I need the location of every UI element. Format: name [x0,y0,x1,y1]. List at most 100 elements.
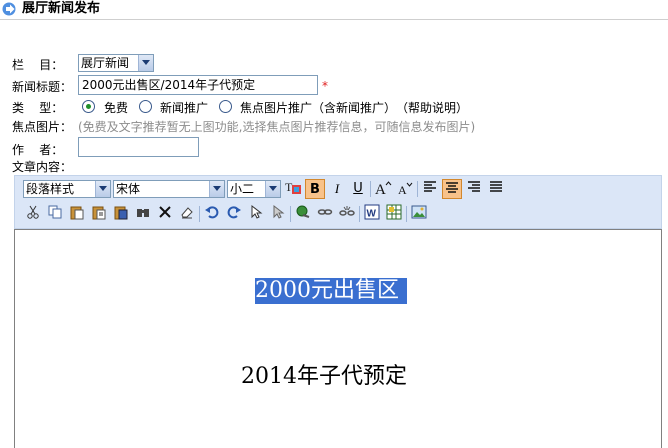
spreadsheet-icon [386,204,402,220]
insert-excel-button[interactable] [384,204,404,224]
arrow-right-icon [2,2,16,16]
toolbar-divider [370,181,371,197]
chevron-down-icon [209,181,224,197]
paste-icon [70,206,84,220]
required-mark: * [322,79,328,93]
chevron-down-icon [95,181,110,197]
font-increase-button[interactable]: A [373,179,393,199]
svg-text:A: A [375,182,386,197]
redo-button[interactable] [224,204,244,224]
editor-text-line[interactable]: 2014年子代预定 [241,364,407,390]
font-size-select[interactable]: 小二 [227,180,281,198]
news-title-input[interactable]: 2000元出售区/2014年子代预定 [78,75,318,95]
chevron-down-icon [265,181,280,197]
pointer-icon [273,204,285,219]
cut-button[interactable] [23,204,43,224]
insert-image-button[interactable] [409,204,429,224]
undo-icon [205,206,219,219]
insert-link-button[interactable] [293,204,313,224]
paragraph-style-select[interactable]: 段落样式 [23,180,111,198]
svg-text:W: W [367,209,377,220]
globe-link-icon [296,205,310,218]
font-increase-icon: A [375,181,392,198]
font-name-value: 宋体 [116,182,141,196]
editor-toolbar: 段落样式 宋体 小二 T B I U A A W [14,175,662,229]
align-right-icon [468,181,480,192]
align-center-icon [446,182,458,193]
eraser-icon [181,207,193,219]
undo-button[interactable] [202,204,222,224]
svg-text:T: T [285,180,293,194]
delete-button[interactable] [155,204,175,224]
align-center-button[interactable] [442,179,462,199]
font-name-select[interactable]: 宋体 [113,180,225,198]
focus-image-label: 焦点图片： [12,120,73,134]
type-option-focus-promo: 焦点图片推广（含新闻推广） [240,101,397,115]
text-color-button[interactable]: T [283,179,303,199]
paragraph-style-value: 段落样式 [26,182,75,196]
focus-image-hint: (免费及文字推荐暂无上图功能,选择焦点图片推荐信息，可随信息发布图片) [78,120,476,134]
paste-text-button[interactable] [89,204,109,224]
help-link[interactable]: （帮助说明） [396,101,468,115]
close-icon [159,206,171,218]
align-left-button[interactable] [420,179,440,199]
content-label: 文章内容： [12,160,73,174]
find-button[interactable] [133,204,153,224]
bold-button[interactable]: B [305,179,325,199]
type-label: 类 型： [12,101,64,115]
news-title-label: 新闻标题： [12,80,73,94]
column-label: 栏 目： [12,58,64,72]
column-select[interactable]: 展厅新闻 [78,54,154,72]
select-pointer-button[interactable] [246,204,266,224]
pointer-icon [251,204,263,219]
panel-header: 展厅新闻发布 [0,0,668,20]
select-pointer-alt-button[interactable] [268,204,288,224]
author-input[interactable] [78,137,199,157]
font-decrease-icon: A [398,182,413,197]
align-left-icon [424,181,436,192]
eraser-button[interactable] [177,204,197,224]
italic-button[interactable]: I [327,179,347,199]
type-radio-focus-promo[interactable] [219,100,232,113]
link-button[interactable] [315,204,335,224]
content-editor[interactable]: 2000元出售区 2014年子代预定 [14,229,662,448]
redo-icon [227,206,241,219]
binoculars-icon [137,209,149,217]
broken-link-icon [339,206,355,216]
font-size-value: 小二 [230,182,255,196]
page-title: 展厅新闻发布 [22,1,101,16]
bold-icon: B [310,182,320,197]
text-color-icon: T [285,180,301,194]
news-title-value: 2000元出售区/2014年子代预定 [82,78,256,92]
type-radio-free[interactable] [82,100,95,113]
chain-link-icon [317,209,333,215]
align-right-button[interactable] [464,179,484,199]
align-justify-button[interactable] [486,179,506,199]
copy-button[interactable] [45,204,65,224]
chevron-down-icon [138,55,153,71]
type-radio-news-promo[interactable] [139,100,152,113]
toolbar-divider [417,181,418,197]
svg-text:A: A [398,183,407,197]
font-decrease-button[interactable]: A [395,179,415,199]
word-document-icon: W [364,204,380,220]
unlink-button[interactable] [337,204,357,224]
underline-button[interactable]: U [348,179,368,199]
insert-word-button[interactable]: W [362,204,382,224]
type-option-news-promo: 新闻推广 [160,101,209,115]
image-icon [411,205,427,219]
paste-text-icon [92,206,106,220]
copy-icon [48,205,62,219]
type-option-free: 免费 [104,101,129,115]
underline-icon: U [353,181,363,196]
paste-word-icon [114,206,128,220]
toolbar-divider [359,206,360,222]
paste-word-button[interactable] [111,204,131,224]
italic-icon: I [334,181,340,196]
toolbar-divider [199,206,200,222]
paste-button[interactable] [67,204,87,224]
scissors-icon [27,205,39,219]
editor-selected-text[interactable]: 2000元出售区 [255,278,407,304]
toolbar-divider [406,206,407,222]
toolbar-divider [290,206,291,222]
